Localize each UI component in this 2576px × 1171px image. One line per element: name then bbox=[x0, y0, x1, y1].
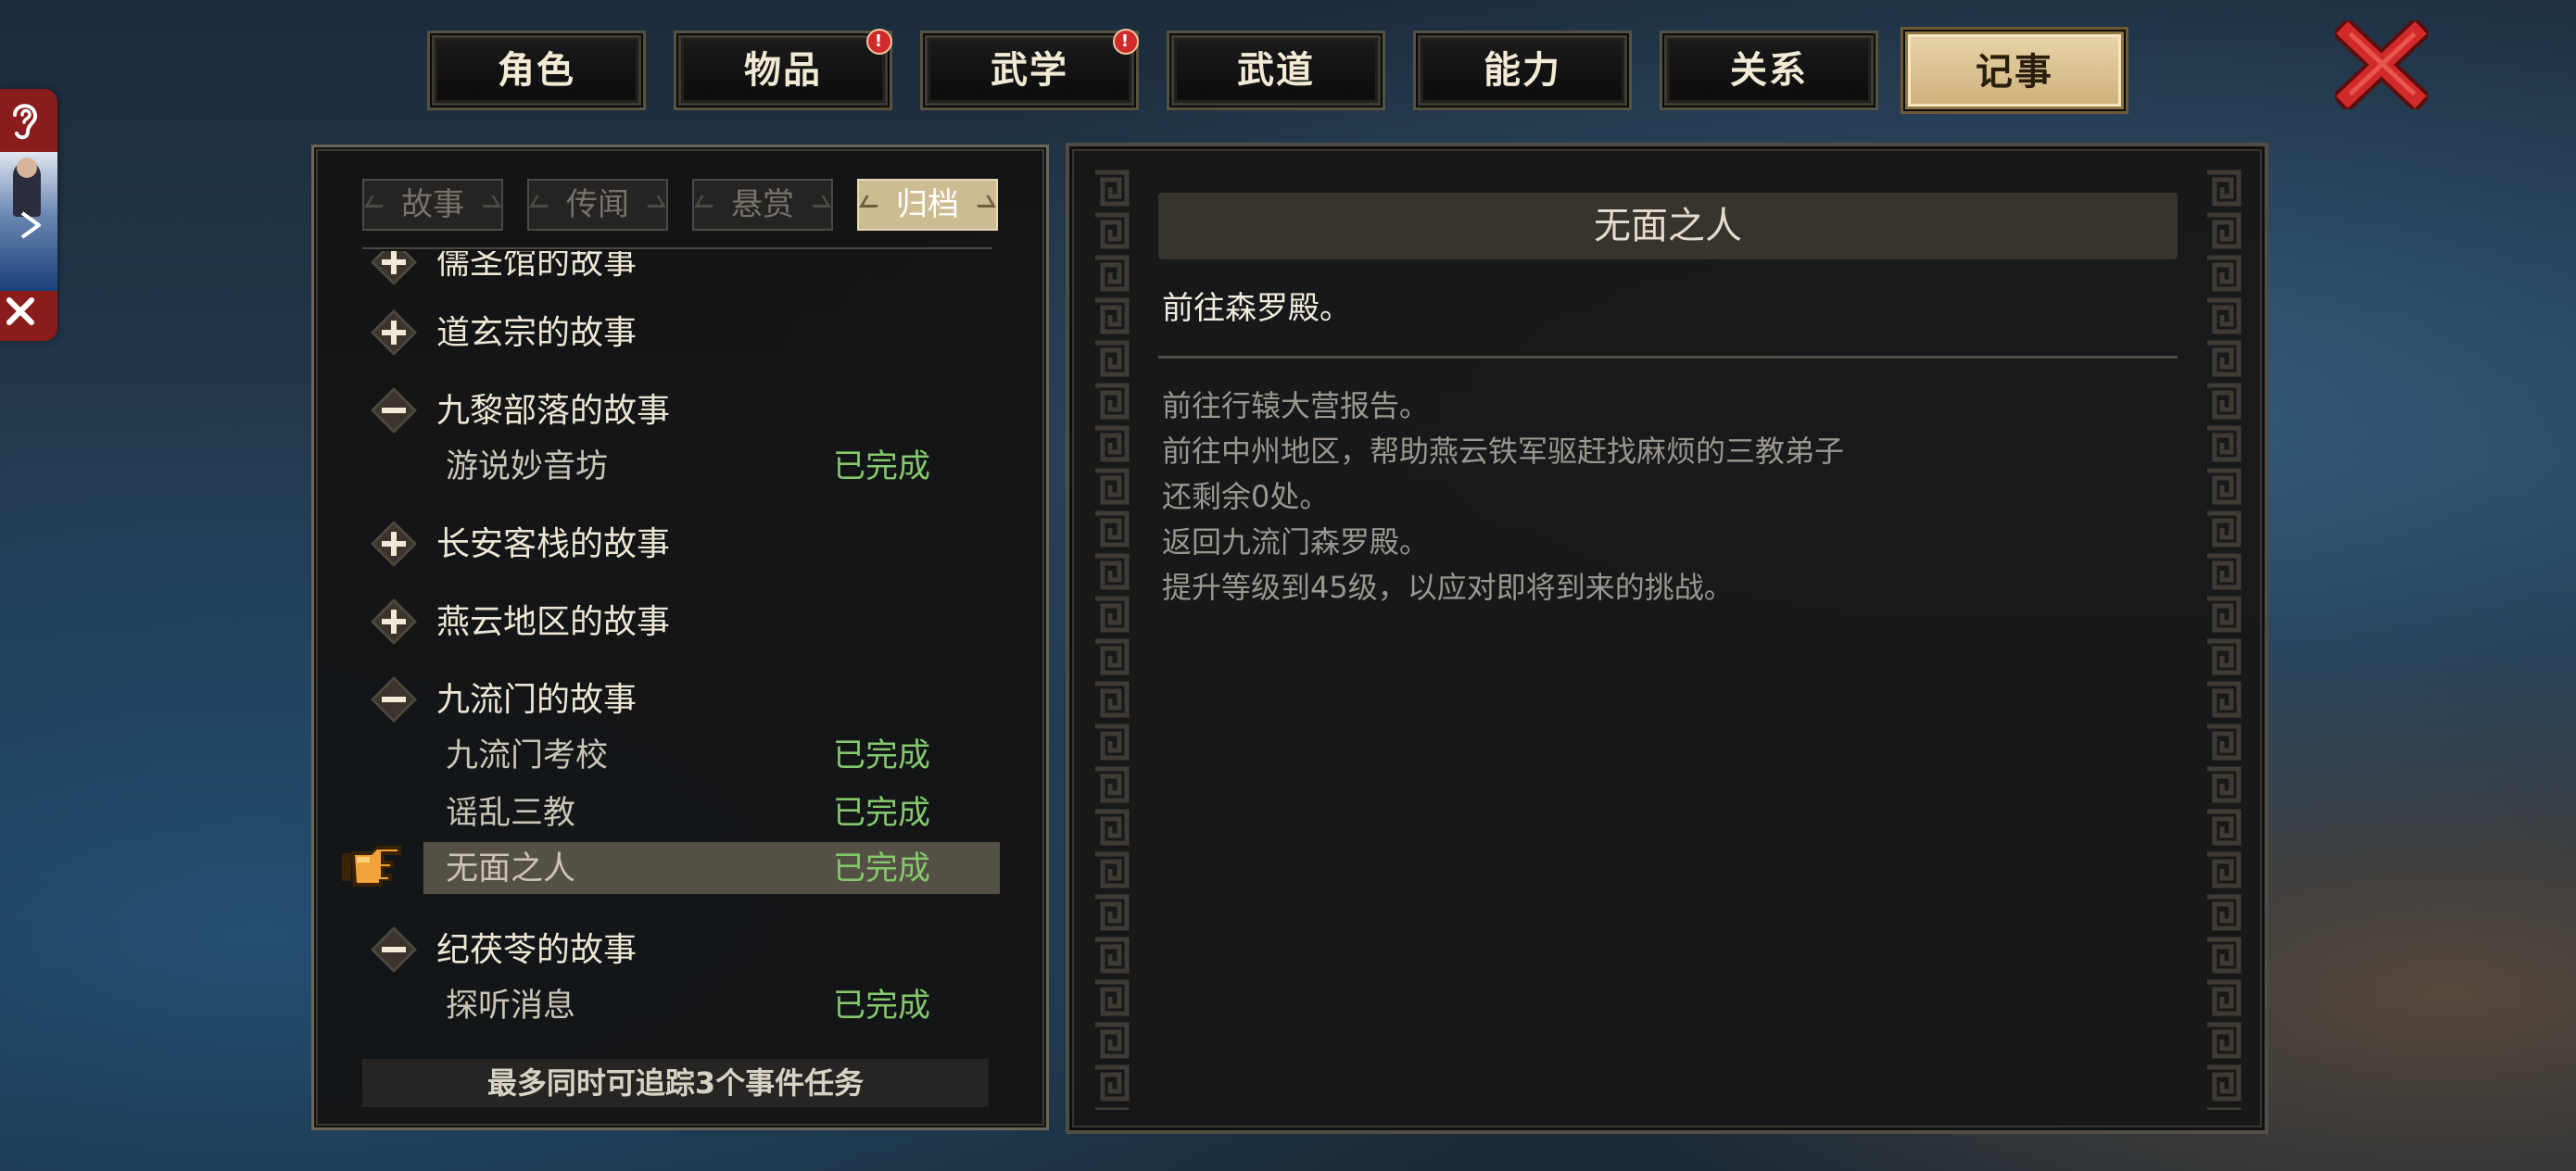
quest-title: 无面之人 bbox=[1158, 193, 2178, 259]
subtab-archive[interactable]: 归档 bbox=[857, 179, 998, 231]
tab-abilities[interactable]: 能力 bbox=[1416, 33, 1629, 107]
floating-video-widget[interactable] bbox=[0, 89, 57, 341]
expand-plus-icon[interactable] bbox=[370, 520, 418, 568]
tab-martial-way[interactable]: 武道 bbox=[1169, 33, 1383, 107]
subtab-divider bbox=[362, 247, 992, 249]
tab-label: 能力 bbox=[1484, 49, 1561, 92]
expand-plus-icon[interactable] bbox=[370, 598, 418, 646]
quest-group-label: 九流门的故事 bbox=[436, 681, 638, 719]
quest-current-goal: 前往森罗殿。 bbox=[1162, 290, 1351, 327]
tab-martial-arts[interactable]: 武学! bbox=[923, 29, 1139, 107]
left-fret-border bbox=[1090, 167, 1132, 1110]
quest-item-label: 谣乱三教 bbox=[446, 795, 576, 832]
quest-group[interactable]: 儒圣馆的故事 bbox=[314, 251, 1046, 290]
play-icon[interactable] bbox=[19, 209, 43, 249]
tab-items[interactable]: 物品! bbox=[676, 29, 892, 107]
quest-item-label: 游说妙音坊 bbox=[446, 448, 609, 485]
quest-log-entry: 返回九流门森罗殿。 bbox=[1162, 524, 1430, 560]
quest-item-status: 已完成 bbox=[833, 795, 931, 832]
quest-item-status: 已完成 bbox=[833, 850, 931, 888]
quest-group-label: 道玄宗的故事 bbox=[436, 314, 638, 352]
subtab-rumors[interactable]: 传闻 bbox=[527, 179, 668, 231]
quest-group[interactable]: 长安客栈的故事 bbox=[314, 516, 1046, 572]
tab-label: 角色 bbox=[498, 49, 575, 92]
quest-group-label: 长安客栈的故事 bbox=[436, 525, 671, 563]
quest-group-label: 纪茯苓的故事 bbox=[436, 931, 638, 969]
quest-log: 前往行辕大营报告。 前往中州地区，帮助燕云铁军驱赶找麻烦的三教弟子 还剩余0处。… bbox=[1162, 384, 2181, 611]
quest-list-panel: 故事 传闻 悬赏 归档 儒圣馆的故事 道玄宗的故事 九黎部落的故事 游说妙音坊 … bbox=[311, 145, 1049, 1130]
quest-group-label: 九黎部落的故事 bbox=[436, 392, 671, 430]
close-x-icon bbox=[2330, 16, 2432, 114]
quest-item-label: 探听消息 bbox=[446, 988, 576, 1025]
quest-group[interactable]: 纪茯苓的故事 bbox=[314, 922, 1046, 977]
quest-item-status: 已完成 bbox=[833, 988, 931, 1025]
collapse-minus-icon[interactable] bbox=[370, 675, 418, 724]
tab-label: 关系 bbox=[1730, 49, 1808, 92]
quest-item-label: 无面之人 bbox=[446, 850, 576, 888]
quest-detail-panel: 无面之人 前往森罗殿。 前往行辕大营报告。 前往中州地区，帮助燕云铁军驱赶找麻烦… bbox=[1066, 143, 2268, 1134]
quest-log-entry: 还剩余0处。 bbox=[1162, 479, 1330, 514]
tab-label: 武学 bbox=[991, 49, 1068, 92]
collapse-minus-icon[interactable] bbox=[370, 925, 418, 974]
quest-group-label: 燕云地区的故事 bbox=[436, 603, 671, 641]
tab-character[interactable]: 角色 bbox=[430, 33, 643, 107]
ear-icon[interactable] bbox=[6, 98, 43, 143]
quest-log-entry: 提升等级到45级，以应对即将到来的挑战。 bbox=[1162, 570, 1734, 605]
quest-group[interactable]: 九流门的故事 bbox=[314, 672, 1046, 727]
quest-list-scroll[interactable]: 儒圣馆的故事 道玄宗的故事 九黎部落的故事 游说妙音坊 已完成 长安客栈的故事 … bbox=[314, 251, 1046, 1027]
quest-item-selected[interactable]: 无面之人 已完成 bbox=[314, 842, 1046, 898]
thumbnail-head bbox=[17, 157, 37, 178]
quest-item[interactable]: 游说妙音坊 已完成 bbox=[314, 440, 1046, 496]
quest-group[interactable]: 燕云地区的故事 bbox=[314, 594, 1046, 649]
close-icon[interactable] bbox=[2, 291, 39, 332]
quest-group-label: 儒圣馆的故事 bbox=[436, 251, 638, 282]
tab-journal[interactable]: 记事 bbox=[1903, 30, 2126, 111]
tracking-limit-note: 最多同时可追踪3个事件任务 bbox=[362, 1059, 989, 1107]
expand-plus-icon[interactable] bbox=[370, 251, 418, 286]
quest-item[interactable]: 探听消息 已完成 bbox=[314, 979, 1046, 1027]
alert-badge: ! bbox=[1113, 29, 1139, 55]
detail-divider bbox=[1158, 356, 2178, 359]
quest-item[interactable]: 九流门考校 已完成 bbox=[314, 729, 1046, 785]
close-button[interactable] bbox=[2330, 16, 2432, 114]
quest-item-status: 已完成 bbox=[833, 737, 931, 774]
tab-label: 武道 bbox=[1237, 49, 1315, 92]
quest-group[interactable]: 道玄宗的故事 bbox=[314, 305, 1046, 360]
subtab-bounty[interactable]: 悬赏 bbox=[692, 179, 833, 231]
quest-group[interactable]: 九黎部落的故事 bbox=[314, 383, 1046, 438]
quest-item[interactable]: 谣乱三教 已完成 bbox=[314, 787, 1046, 842]
subtab-story[interactable]: 故事 bbox=[362, 179, 503, 231]
tab-label: 记事 bbox=[1976, 51, 2053, 94]
collapse-minus-icon[interactable] bbox=[370, 386, 418, 434]
quest-log-entry: 前往中州地区，帮助燕云铁军驱赶找麻烦的三教弟子 bbox=[1162, 434, 1845, 469]
tab-relations[interactable]: 关系 bbox=[1662, 33, 1875, 107]
quest-log-entry: 前往行辕大营报告。 bbox=[1162, 388, 1430, 423]
right-fret-border bbox=[2202, 167, 2244, 1110]
pointing-hand-icon bbox=[342, 846, 401, 887]
quest-item-status: 已完成 bbox=[833, 448, 931, 485]
tab-label: 物品 bbox=[744, 49, 822, 92]
quest-item-label: 九流门考校 bbox=[446, 737, 609, 774]
alert-badge: ! bbox=[866, 29, 892, 55]
expand-plus-icon[interactable] bbox=[370, 308, 418, 357]
